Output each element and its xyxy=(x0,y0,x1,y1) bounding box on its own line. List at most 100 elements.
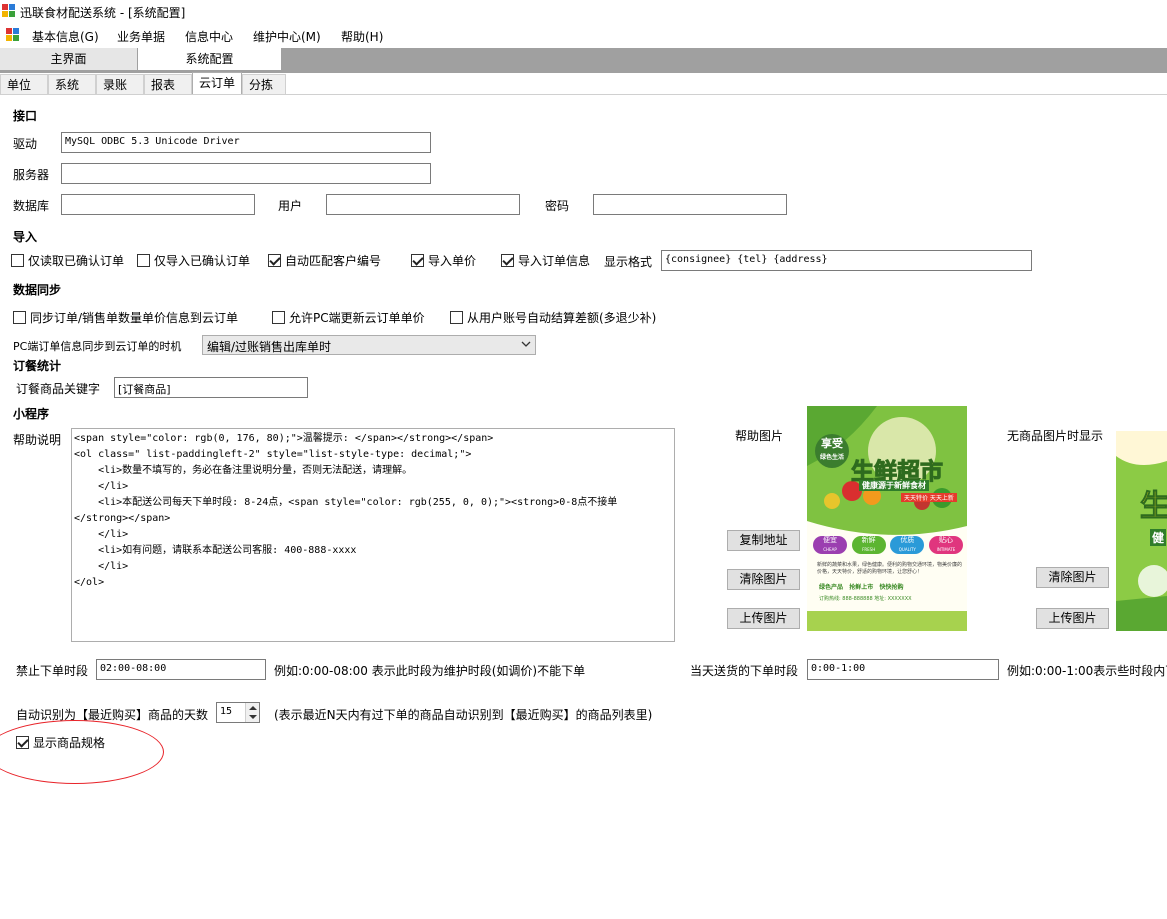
chevron-down-icon xyxy=(521,341,531,347)
copy-address-button[interactable]: 复制地址 xyxy=(727,530,800,551)
database-label: 数据库 xyxy=(13,199,50,213)
sameday-order-time-hint: 例如:0:00-1:00表示些时段内下 xyxy=(1007,664,1167,678)
poster-icon-intimate: 贴心 INTIMATE xyxy=(928,536,963,554)
checkbox-label: 仅读取已确认订单 xyxy=(28,253,125,268)
checkbox-import-order-info[interactable]: 导入订单信息 xyxy=(501,252,590,268)
checkbox-box[interactable] xyxy=(272,310,285,324)
display-format-input[interactable]: {consignee} {tel} {address} xyxy=(661,250,1032,271)
user-label: 用户 xyxy=(278,199,303,213)
help-line: <ol class=" list-paddingleft-2" style="l… xyxy=(74,449,472,460)
checkbox-box[interactable] xyxy=(137,253,150,267)
driver-input[interactable]: MySQL ODBC 5.3 Unicode Driver xyxy=(61,132,431,153)
clear-default-image-button[interactable]: 清除图片 xyxy=(1036,567,1109,588)
poster-icon-cheap: 便宜 CHEAP xyxy=(813,536,847,554)
tab-main[interactable]: 主界面 xyxy=(0,48,137,70)
recent-days-value: 15 xyxy=(220,706,233,717)
database-input[interactable] xyxy=(61,194,255,215)
password-input[interactable] xyxy=(593,194,787,215)
section-interface: 接口 xyxy=(13,109,38,123)
spin-down-icon[interactable] xyxy=(249,714,257,720)
checkbox-import-price[interactable]: 导入单价 xyxy=(411,252,476,268)
checkbox-sync-order-to-cloud[interactable]: 同步订单/销售单数量单价信息到云订单 xyxy=(13,309,238,325)
section-meal-stats: 订餐统计 xyxy=(13,359,62,373)
poster-badge-sub: 绿色生活 xyxy=(819,454,844,461)
help-image-preview: 享受 绿色生活 生鲜超市 健康源于新鲜食材 天天特价 天天上新 便宜 CHEAP … xyxy=(807,406,967,631)
sync-timing-value: 编辑/过账销售出库单时 xyxy=(207,340,332,354)
tab-system-config[interactable]: 系统配置 xyxy=(138,48,281,70)
subtab-bookkeeping[interactable]: 录账 xyxy=(96,74,144,94)
subtab-sorting[interactable]: 分拣 xyxy=(242,74,286,94)
checkbox-box[interactable] xyxy=(501,253,514,267)
app-icon xyxy=(2,4,15,17)
mdi-app-icon[interactable] xyxy=(6,28,19,41)
subtab-cloud-order[interactable]: 云订单 xyxy=(192,72,242,94)
checkbox-label: 同步订单/销售单数量单价信息到云订单 xyxy=(30,310,239,325)
spinner-buttons[interactable] xyxy=(245,703,259,722)
checkbox-box[interactable] xyxy=(411,253,424,267)
forbid-order-time-label: 禁止下单时段 xyxy=(16,664,89,678)
help-line: <li>数量不填写的，务必在备注里说明分量，否则无法配送，请理解。 xyxy=(74,465,413,476)
help-line: <li>如有问题，请联系本配送公司客服: 400-888-xxxx xyxy=(74,545,357,556)
forbid-order-time-input[interactable]: 02:00-08:00 xyxy=(96,659,266,680)
subtab-unit[interactable]: 单位 xyxy=(0,74,48,94)
help-line: <span style="color: rgb(0, 176, 80);">温馨… xyxy=(74,433,494,444)
poster-2-headline: 生 xyxy=(1140,489,1167,525)
no-product-image-label: 无商品图片时显示 xyxy=(1007,429,1104,443)
recent-days-label: 自动识别为【最近购买】商品的天数 xyxy=(16,708,209,722)
spin-up-icon[interactable] xyxy=(249,705,257,711)
display-format-label: 显示格式 xyxy=(604,255,653,269)
menu-business-docs[interactable]: 业务单据 xyxy=(117,28,165,45)
help-line: </li> xyxy=(74,481,129,492)
poster-footer: 订购热线: 888-888888 地址: XXXXXXX xyxy=(819,596,912,602)
sync-timing-select[interactable]: 编辑/过账销售出库单时 xyxy=(202,335,536,355)
help-line: </ol> xyxy=(74,577,105,588)
recent-days-spinner[interactable]: 15 xyxy=(216,702,260,723)
subtab-system[interactable]: 系统 xyxy=(48,74,96,94)
checkbox-box[interactable] xyxy=(268,253,281,267)
window-title: 迅联食材配送系统 - [系统配置] xyxy=(20,6,186,20)
section-data-sync: 数据同步 xyxy=(13,283,62,297)
server-label: 服务器 xyxy=(13,168,50,182)
checkbox-label: 允许PC端更新云订单单价 xyxy=(289,310,425,325)
checkbox-label: 导入单价 xyxy=(428,253,477,268)
checkbox-box[interactable] xyxy=(13,310,26,324)
checkbox-box[interactable] xyxy=(450,310,463,324)
upload-default-image-button[interactable]: 上传图片 xyxy=(1036,608,1109,629)
sameday-order-time-label: 当天送货的下单时段 xyxy=(690,664,799,678)
meal-keyword-input[interactable]: [订餐商品] xyxy=(114,377,308,398)
section-import: 导入 xyxy=(13,230,38,244)
poster-body: 新鲜的蔬菜和水果，绿色健康。便利的购物交通环境，物美价廉的价格，天天特价，舒适的… xyxy=(817,562,963,575)
clear-help-image-button[interactable]: 清除图片 xyxy=(727,569,800,590)
meal-keyword-label: 订餐商品关键字 xyxy=(16,382,101,396)
poster-features: 绿色产品 抢鲜上市 快快抢购 xyxy=(819,584,904,591)
checkbox-box[interactable] xyxy=(11,253,24,267)
subtab-report[interactable]: 报表 xyxy=(144,74,192,94)
menu-maintenance[interactable]: 维护中心(M) xyxy=(253,28,321,45)
help-line: </li> xyxy=(74,529,129,540)
upload-help-image-button[interactable]: 上传图片 xyxy=(727,608,800,629)
poster-badge-text: 享受 xyxy=(821,437,843,450)
password-label: 密码 xyxy=(545,199,570,213)
checkbox-label: 仅导入已确认订单 xyxy=(154,253,251,268)
checkbox-label: 从用户账号自动结算差额(多退少补) xyxy=(467,310,657,325)
server-input[interactable] xyxy=(61,163,431,184)
sameday-order-time-input[interactable]: 0:00-1:00 xyxy=(807,659,999,680)
checkbox-read-confirmed-only[interactable]: 仅读取已确认订单 xyxy=(11,252,124,268)
checkbox-auto-match-customer[interactable]: 自动匹配客户编号 xyxy=(268,252,381,268)
user-input[interactable] xyxy=(326,194,520,215)
default-product-image-preview: 生 健 xyxy=(1116,431,1167,631)
checkbox-auto-settle-difference[interactable]: 从用户账号自动结算差额(多退少补) xyxy=(450,309,656,325)
highlight-annotation-ellipse xyxy=(0,720,164,784)
menu-basic-info[interactable]: 基本信息(G) xyxy=(32,28,99,45)
help-description-textarea[interactable]: <span style="color: rgb(0, 176, 80);">温馨… xyxy=(71,428,675,642)
document-tab-strip: 主界面 系统配置 xyxy=(0,48,1167,70)
checkbox-import-confirmed-only[interactable]: 仅导入已确认订单 xyxy=(137,252,250,268)
help-description-label: 帮助说明 xyxy=(13,433,62,447)
menu-help[interactable]: 帮助(H) xyxy=(341,28,383,45)
menu-bar: 基本信息(G) 业务单据 信息中心 维护中心(M) 帮助(H) xyxy=(0,24,1167,46)
help-line: </strong></span> xyxy=(74,513,171,524)
sync-timing-label: PC端订单信息同步到云订单的时机 xyxy=(13,340,182,353)
checkbox-allow-pc-update-price[interactable]: 允许PC端更新云订单单价 xyxy=(272,309,425,325)
menu-info-center[interactable]: 信息中心 xyxy=(185,28,233,45)
recent-days-hint: (表示最近N天内有过下单的商品自动识别到【最近购买】的商品列表里) xyxy=(274,708,653,722)
